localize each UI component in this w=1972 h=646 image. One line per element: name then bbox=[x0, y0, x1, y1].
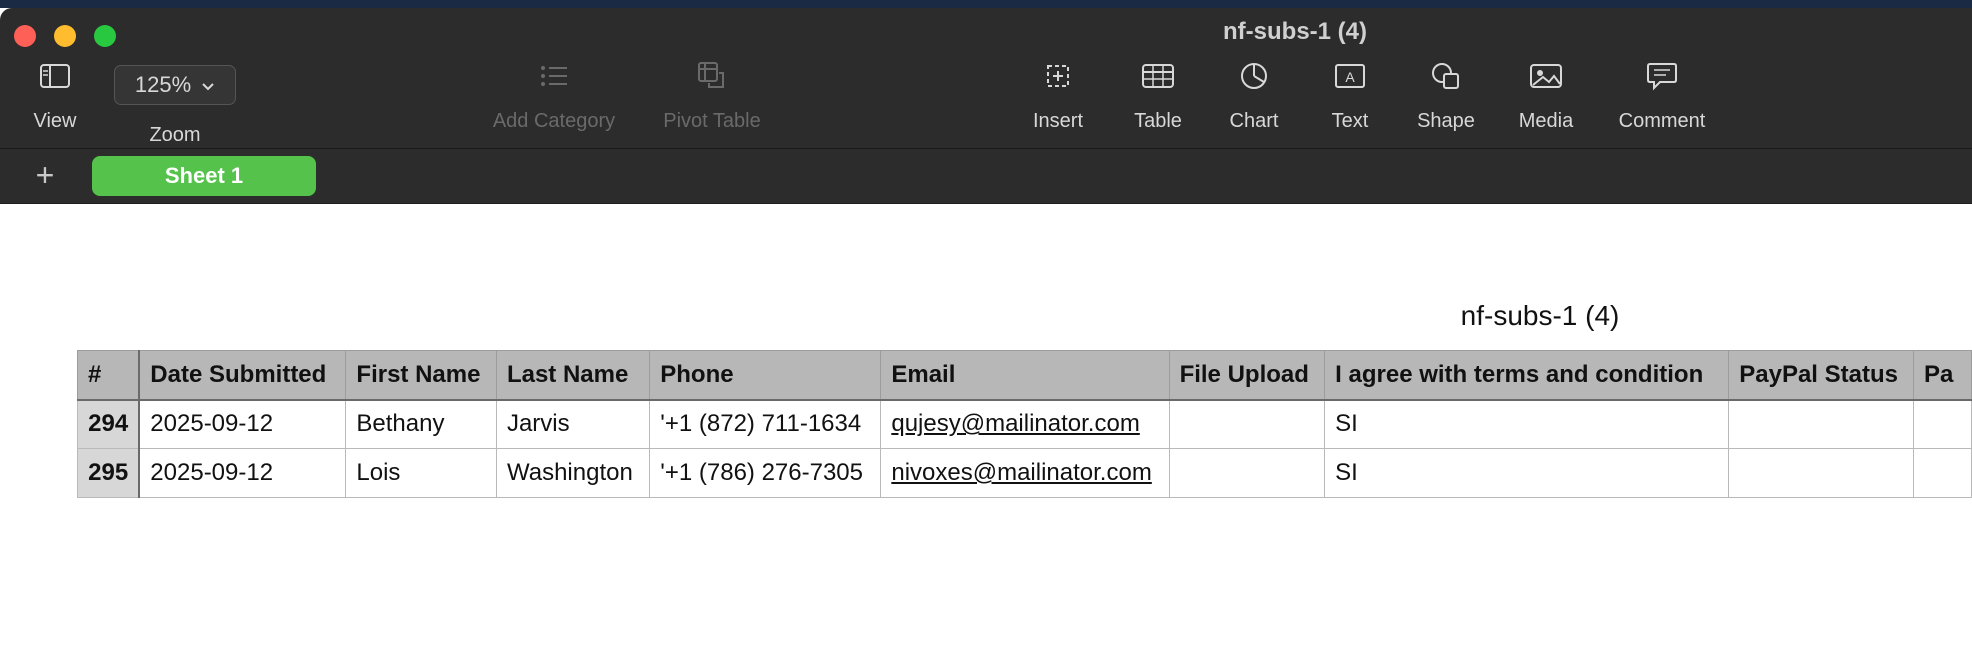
header-cell[interactable]: Pa bbox=[1912, 350, 1972, 401]
header-cell[interactable]: Email bbox=[880, 350, 1170, 401]
text-label: Text bbox=[1331, 110, 1369, 132]
table-title[interactable]: nf-subs-1 (4) bbox=[1300, 300, 1780, 332]
email-link-cell[interactable]: nivoxes@mailinator.com bbox=[880, 448, 1170, 498]
comment-label: Comment bbox=[1618, 110, 1706, 132]
chart-button[interactable]: Chart bbox=[1218, 58, 1290, 133]
table-cell[interactable]: Jarvis bbox=[495, 399, 651, 449]
header-cell[interactable]: Date Submitted bbox=[138, 350, 347, 401]
close-window-button[interactable] bbox=[14, 25, 36, 47]
table-icon bbox=[1122, 58, 1194, 94]
image-icon bbox=[1508, 58, 1584, 94]
zoom-dropdown[interactable]: 125% bbox=[114, 65, 236, 105]
table-cell[interactable]: SI bbox=[1324, 399, 1730, 449]
header-cell[interactable]: # bbox=[77, 350, 141, 401]
insert-button[interactable]: Insert bbox=[1022, 58, 1094, 133]
data-table: # Date Submitted First Name Last Name Ph… bbox=[77, 350, 1972, 498]
maximize-window-button[interactable] bbox=[94, 25, 116, 47]
media-button[interactable]: Media bbox=[1508, 58, 1584, 133]
table-cell[interactable] bbox=[1912, 448, 1972, 498]
media-label: Media bbox=[1518, 110, 1574, 132]
chevron-down-icon bbox=[201, 72, 215, 98]
sheet-canvas: nf-subs-1 (4) # Date Submitted First Nam… bbox=[0, 204, 1972, 646]
window-title: nf-subs-1 (4) bbox=[1223, 18, 1367, 45]
shape-button[interactable]: Shape bbox=[1408, 58, 1484, 133]
insert-icon bbox=[1022, 58, 1094, 94]
table-cell[interactable] bbox=[1728, 399, 1914, 449]
list-icon bbox=[480, 58, 628, 94]
table-button[interactable]: Table bbox=[1122, 58, 1194, 133]
desktop-strip bbox=[0, 0, 1972, 8]
pie-chart-icon bbox=[1218, 58, 1290, 94]
pivot-table-label: Pivot Table bbox=[663, 110, 761, 132]
email-link-cell[interactable]: qujesy@mailinator.com bbox=[880, 399, 1170, 449]
add-category-label: Add Category bbox=[492, 110, 616, 132]
zoom-value: 125% bbox=[134, 72, 192, 97]
header-cell[interactable]: I agree with terms and condition bbox=[1324, 350, 1730, 401]
table-cell[interactable]: 2025-09-12 bbox=[138, 399, 347, 449]
sidebar-icon bbox=[20, 58, 90, 94]
insert-label: Insert bbox=[1032, 110, 1084, 132]
numbers-window: nf-subs-1 (4) View 125% Zoom Add Categor… bbox=[0, 8, 1972, 646]
view-label: View bbox=[33, 110, 77, 132]
view-button[interactable]: View bbox=[20, 58, 90, 133]
table-row: 294 2025-09-12 Bethany Jarvis '+1 (872) … bbox=[77, 399, 1972, 449]
table-cell[interactable]: Washington bbox=[495, 448, 651, 498]
table-cell[interactable] bbox=[1168, 448, 1326, 498]
add-sheet-button[interactable]: + bbox=[30, 157, 60, 193]
table-cell[interactable]: '+1 (786) 276-7305 bbox=[649, 448, 882, 498]
table-cell[interactable]: 294 bbox=[77, 399, 141, 449]
shape-icon bbox=[1408, 58, 1484, 94]
sheet-tab-bar: + Sheet 1 bbox=[0, 149, 1972, 204]
table-row: 295 2025-09-12 Lois Washington '+1 (786)… bbox=[77, 448, 1972, 498]
table-header-row: # Date Submitted First Name Last Name Ph… bbox=[77, 350, 1972, 401]
pivot-table-button[interactable]: Pivot Table bbox=[650, 58, 774, 133]
header-cell[interactable]: File Upload bbox=[1168, 350, 1326, 401]
table-cell[interactable] bbox=[1728, 448, 1914, 498]
comment-button[interactable]: Comment bbox=[1610, 58, 1714, 133]
minimize-window-button[interactable] bbox=[54, 25, 76, 47]
toolbar: nf-subs-1 (4) View 125% Zoom Add Categor… bbox=[0, 8, 1972, 149]
shape-label: Shape bbox=[1417, 110, 1475, 132]
header-cell[interactable]: First Name bbox=[345, 350, 497, 401]
header-cell[interactable]: Phone bbox=[649, 350, 882, 401]
header-cell[interactable]: Last Name bbox=[495, 350, 651, 401]
chart-label: Chart bbox=[1229, 110, 1279, 132]
pivot-table-icon bbox=[650, 58, 774, 94]
tab-sheet-1[interactable]: Sheet 1 bbox=[92, 156, 316, 196]
table-cell[interactable]: 295 bbox=[77, 448, 141, 498]
table-cell[interactable]: Lois bbox=[345, 448, 497, 498]
svg-text:A: A bbox=[1345, 69, 1355, 85]
add-category-button[interactable]: Add Category bbox=[480, 58, 628, 133]
table-cell[interactable]: SI bbox=[1324, 448, 1730, 498]
zoom-label: Zoom bbox=[149, 124, 201, 146]
text-box-icon: A bbox=[1314, 58, 1386, 94]
header-cell[interactable]: PayPal Status bbox=[1728, 350, 1914, 401]
table-cell[interactable] bbox=[1168, 399, 1326, 449]
text-button[interactable]: A Text bbox=[1314, 58, 1386, 133]
table-cell[interactable] bbox=[1912, 399, 1972, 449]
table-cell[interactable]: 2025-09-12 bbox=[138, 448, 347, 498]
table-label: Table bbox=[1134, 110, 1182, 132]
comment-icon bbox=[1610, 58, 1714, 94]
table-cell[interactable]: '+1 (872) 711-1634 bbox=[649, 399, 882, 449]
table-cell[interactable]: Bethany bbox=[345, 399, 497, 449]
